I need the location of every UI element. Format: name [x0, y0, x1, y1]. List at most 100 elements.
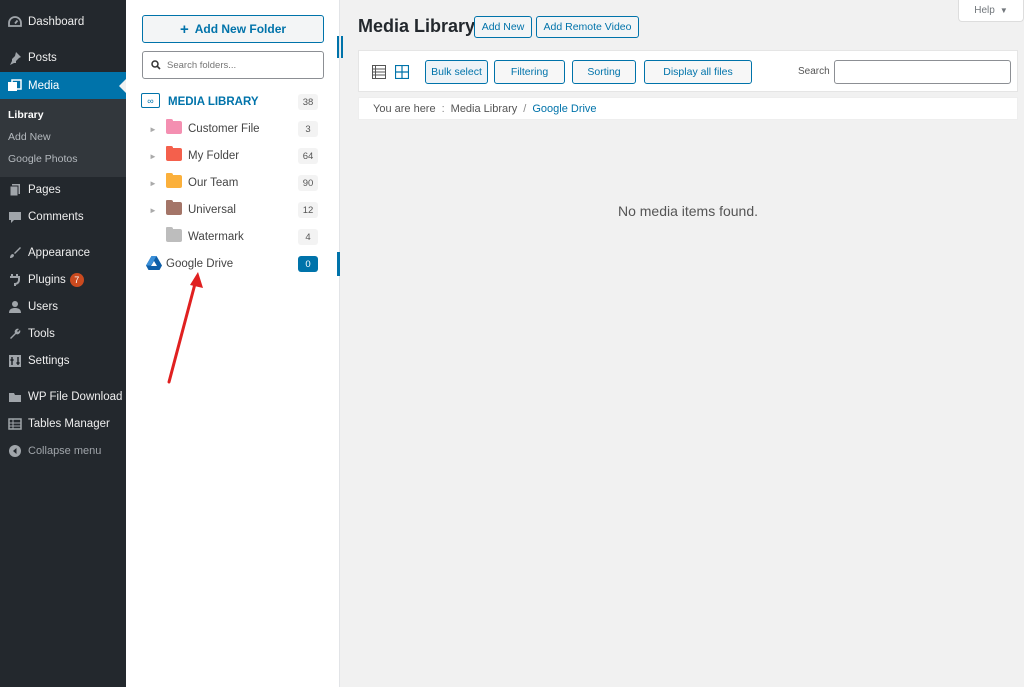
users-icon: [7, 300, 22, 315]
triangle-down-icon: ▼: [999, 6, 1008, 15]
settings-icon: [7, 354, 22, 369]
folder-count: 90: [298, 175, 318, 191]
page-title: Media Library: [358, 16, 476, 36]
menu-item-wp-file-download[interactable]: WP File Download: [0, 384, 126, 410]
wrench-icon: [7, 327, 22, 342]
menu-label: Plugins: [28, 274, 66, 286]
menu-item-users[interactable]: Users: [0, 294, 126, 320]
admin-sidebar: Dashboard Posts Media Library Add New Go…: [0, 0, 126, 687]
dashboard-icon: [7, 15, 22, 30]
menu-label: Pages: [28, 184, 61, 196]
folder-icon: [166, 146, 182, 161]
breadcrumb-separator: /: [523, 102, 527, 115]
plugin-icon: [7, 273, 22, 288]
submenu-item-google-photos[interactable]: Google Photos: [8, 153, 77, 165]
menu-item-posts[interactable]: Posts: [0, 45, 126, 71]
collapse-icon: [7, 444, 22, 459]
folder-count: 3: [298, 121, 318, 137]
folder-tree-panel: + Add New Folder ∞ MEDIA LIBRARY 38 ► Cu…: [126, 0, 340, 687]
folder-icon: [7, 390, 22, 405]
tree-item-folder[interactable]: ► Customer File 3: [126, 117, 340, 141]
menu-item-tables-manager[interactable]: Tables Manager: [0, 411, 126, 437]
list-view-icon[interactable]: [372, 65, 386, 79]
menu-label: WP File Download: [28, 391, 123, 403]
folder-icon: [166, 173, 182, 188]
media-submenu: Library Add New Google Photos: [0, 99, 126, 177]
submenu-item-add-new[interactable]: Add New: [8, 131, 51, 143]
submenu-item-library[interactable]: Library: [8, 109, 44, 121]
tree-item-folder[interactable]: ► My Folder 64: [126, 144, 340, 168]
folder-search-box: [142, 51, 324, 79]
menu-label: Media: [28, 79, 60, 92]
menu-label: Posts: [28, 52, 57, 64]
folder-icon: [166, 227, 182, 242]
breadcrumb-item-google-drive[interactable]: Google Drive: [532, 103, 596, 115]
empty-state-message: No media items found.: [617, 203, 759, 219]
folder-count: 4: [298, 229, 318, 245]
sorting-button[interactable]: Sorting: [572, 60, 636, 84]
tree-item-folder[interactable]: ► Our Team 90: [126, 171, 340, 195]
tree-item-label: Watermark: [188, 231, 244, 243]
expand-caret-icon[interactable]: ►: [149, 179, 157, 188]
display-all-files-button[interactable]: Display all files: [644, 60, 752, 84]
menu-label: Dashboard: [28, 16, 85, 28]
tree-item-label: Universal: [188, 204, 236, 216]
menu-label: Tools: [28, 328, 55, 340]
tree-item-label: Customer File: [188, 123, 260, 135]
folder-search-input[interactable]: [167, 59, 317, 71]
filtering-button[interactable]: Filtering: [494, 60, 565, 84]
menu-item-media[interactable]: Media: [0, 72, 126, 99]
breadcrumb: You are here : Media Library / Google Dr…: [358, 97, 1018, 120]
pushpin-icon: [7, 51, 22, 66]
expand-caret-icon[interactable]: ►: [149, 152, 157, 161]
expand-caret-icon[interactable]: ►: [149, 206, 157, 215]
media-library-icon: ∞: [141, 93, 160, 108]
folder-count: 64: [298, 148, 318, 164]
menu-label: Comments: [28, 211, 84, 223]
plugins-update-badge: 7: [69, 273, 84, 287]
collapse-menu-button[interactable]: Collapse menu: [0, 438, 126, 464]
add-folder-label: Add New Folder: [194, 22, 287, 36]
menu-item-plugins[interactable]: Plugins 7: [0, 267, 126, 293]
annotation-arrow-icon: [167, 272, 203, 384]
breadcrumb-item-media-library[interactable]: Media Library: [451, 103, 518, 115]
pages-icon: [7, 183, 22, 198]
menu-item-dashboard[interactable]: Dashboard: [0, 9, 126, 35]
menu-item-pages[interactable]: Pages: [0, 177, 126, 203]
menu-label: Collapse menu: [28, 445, 102, 457]
tree-item-folder[interactable]: Watermark 4: [126, 225, 340, 249]
search-icon: [151, 58, 161, 73]
tree-item-folder[interactable]: ► Universal 12: [126, 198, 340, 222]
media-search-input[interactable]: [834, 60, 1011, 84]
table-icon: [7, 417, 22, 432]
expand-caret-icon[interactable]: ►: [149, 125, 157, 134]
add-new-button[interactable]: Add New: [474, 16, 532, 38]
tree-item-google-drive[interactable]: Google Drive 0: [126, 252, 340, 276]
media-toolbar: Bulk select Filtering Sorting Display al…: [358, 50, 1018, 92]
menu-label: Tables Manager: [28, 418, 110, 430]
menu-item-comments[interactable]: Comments: [0, 204, 126, 230]
search-label: Search: [798, 66, 830, 77]
folder-count: 38: [298, 94, 318, 110]
bulk-select-button[interactable]: Bulk select: [425, 60, 488, 84]
menu-label: Appearance: [28, 247, 91, 259]
menu-item-tools[interactable]: Tools: [0, 321, 126, 347]
folder-count: 12: [298, 202, 318, 218]
folder-icon: [166, 119, 182, 134]
media-library-main: Media Library Add New Add Remote Video H…: [340, 0, 1024, 687]
add-remote-video-button[interactable]: Add Remote Video: [536, 16, 639, 38]
help-tab-button[interactable]: Help ▼: [958, 0, 1024, 22]
add-new-folder-button[interactable]: + Add New Folder: [142, 15, 324, 43]
plus-icon: +: [179, 20, 189, 38]
menu-label: Users: [28, 301, 59, 313]
grid-view-icon[interactable]: [395, 65, 409, 79]
paintbrush-icon: [7, 246, 22, 261]
menu-item-settings[interactable]: Settings: [0, 348, 126, 374]
menu-item-appearance[interactable]: Appearance: [0, 240, 126, 266]
tree-item-label: Our Team: [188, 177, 239, 189]
tree-item-label: My Folder: [188, 150, 240, 162]
help-label: Help: [974, 5, 995, 16]
tree-item-media-library[interactable]: ∞ MEDIA LIBRARY 38: [126, 90, 340, 114]
menu-label: Settings: [28, 355, 70, 367]
media-icon: [7, 78, 22, 93]
